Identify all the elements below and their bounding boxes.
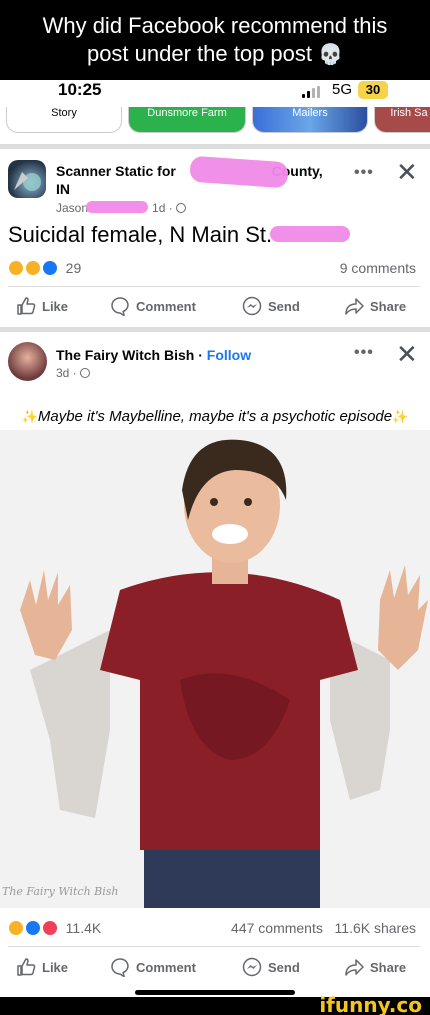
close-icon[interactable]: ✕: [396, 160, 418, 186]
comment-count[interactable]: 447 comments: [231, 920, 323, 936]
share-label: Share: [370, 298, 407, 314]
reaction-summary[interactable]: 11.4K: [8, 920, 101, 936]
comment-bubble-icon: [111, 297, 129, 316]
like-reaction-icon: [41, 260, 58, 276]
share-button[interactable]: Share: [344, 952, 406, 982]
page-name-text: The Fairy Witch Bish: [56, 347, 195, 363]
separator: [8, 946, 420, 947]
post-time: 3d ·: [56, 366, 77, 380]
story-label: Irish Sa: [390, 107, 428, 119]
watermark-bar: ifunny.co: [0, 993, 430, 1015]
story-pill-2[interactable]: Dunsmore Farm: [128, 107, 246, 133]
post-photo[interactable]: The Fairy Witch Bish: [0, 430, 430, 908]
reaction-count: 29: [65, 260, 82, 276]
thumbs-up-icon: [17, 297, 36, 315]
ifunny-logo: ifunny.co: [319, 993, 422, 1015]
share-count[interactable]: 11.6K shares: [335, 920, 416, 936]
globe-icon: [80, 368, 91, 378]
dot-separator: ·: [198, 347, 203, 363]
post-meta: 3d ·: [56, 366, 91, 380]
share-label: Share: [370, 959, 407, 975]
page-name[interactable]: The Fairy Witch Bish · Follow: [56, 346, 251, 364]
author-name: Jason: [56, 201, 89, 215]
sparkle-emoji: ✨: [21, 409, 38, 424]
comment-label: Comment: [136, 298, 196, 314]
send-button[interactable]: Send: [242, 952, 300, 982]
globe-icon: [176, 203, 187, 213]
reaction-summary[interactable]: 29: [8, 260, 81, 276]
scanner-logo-icon: [14, 172, 41, 191]
like-button[interactable]: Like: [16, 291, 68, 321]
share-arrow-icon: [345, 959, 364, 976]
page-avatar[interactable]: [8, 342, 47, 381]
like-label: Like: [42, 959, 69, 975]
comment-count[interactable]: 9 comments: [340, 260, 416, 276]
like-reaction-icon: [24, 920, 41, 936]
action-bar: Like Comment Send Share: [0, 291, 430, 321]
sparkle-emoji: ✨: [392, 409, 409, 424]
story-label: Story: [51, 107, 77, 119]
story-label: Dunsmore Farm: [147, 107, 227, 119]
phone-screen: 10:25 5G 30 Story Dunsmore Farm Mailers …: [0, 80, 430, 997]
more-options-icon[interactable]: •••: [354, 344, 374, 362]
battery-icon: 30: [358, 81, 388, 99]
stories-row[interactable]: Story Dunsmore Farm Mailers Irish Sa: [0, 107, 430, 135]
action-bar: Like Comment Send Share: [0, 952, 430, 982]
close-icon[interactable]: ✕: [396, 342, 418, 368]
page-name-text: Scanner Static for: [56, 163, 176, 179]
haha-reaction-icon: [8, 920, 24, 936]
caption-line-2-wrap: post under the top post 💀: [0, 40, 430, 69]
like-label: Like: [42, 298, 69, 314]
post-text: Suicidal female, N Main St.: [8, 222, 273, 247]
post-text: ✨Maybe it's Maybelline, maybe it's a psy…: [0, 408, 430, 425]
status-bar: 10:25 5G 30: [0, 80, 430, 104]
send-label: Send: [268, 959, 300, 975]
post-text-content: Maybe it's Maybelline, maybe it's a psyc…: [37, 408, 393, 425]
skull-emoji: 💀: [318, 44, 344, 66]
status-time: 10:25: [58, 80, 102, 99]
comment-bubble-icon: [111, 958, 129, 977]
network-type: 5G: [332, 81, 353, 98]
comment-button[interactable]: Comment: [110, 291, 196, 321]
page-watermark: The Fairy Witch Bish: [2, 885, 119, 898]
caption-line-2: post under the top post: [86, 41, 313, 66]
comment-button[interactable]: Comment: [110, 952, 196, 982]
like-button[interactable]: Like: [16, 952, 68, 982]
share-arrow-icon: [345, 298, 364, 315]
engagement-counts: 447 comments 11.6K shares: [231, 920, 416, 936]
story-pill-4[interactable]: Irish Sa: [374, 107, 430, 133]
comment-label: Comment: [136, 959, 196, 975]
meme-caption: Why did Facebook recommend this post und…: [0, 0, 430, 80]
story-pill-create[interactable]: Story: [6, 107, 122, 133]
more-options-icon[interactable]: •••: [354, 164, 374, 182]
feed-divider: [0, 144, 430, 149]
messenger-icon: [242, 957, 262, 977]
thumbs-up-icon: [17, 958, 36, 976]
signal-icon: [302, 86, 322, 98]
page-name-line2: IN: [56, 181, 70, 197]
sad-reaction-icon: [24, 260, 41, 276]
man-in-red-shirt-image: [0, 430, 430, 908]
share-button[interactable]: Share: [344, 291, 406, 321]
send-button[interactable]: Send: [242, 291, 300, 321]
love-reaction-icon: [41, 920, 58, 936]
redaction-mark: [270, 226, 350, 242]
messenger-icon: [242, 296, 262, 316]
care-reaction-icon: [8, 260, 24, 276]
follow-button[interactable]: Follow: [207, 347, 251, 363]
post-time: · 1d ·: [144, 201, 173, 215]
reaction-count: 11.4K: [65, 920, 102, 936]
story-pill-3[interactable]: Mailers: [252, 107, 368, 133]
redaction-mark: [86, 201, 148, 213]
feed-divider: [0, 327, 430, 332]
story-label: Mailers: [292, 107, 328, 119]
caption-line-1: Why did Facebook recommend this: [42, 13, 388, 38]
send-label: Send: [268, 298, 300, 314]
separator: [8, 286, 420, 287]
home-indicator[interactable]: [135, 990, 295, 995]
page-avatar[interactable]: [8, 160, 46, 198]
